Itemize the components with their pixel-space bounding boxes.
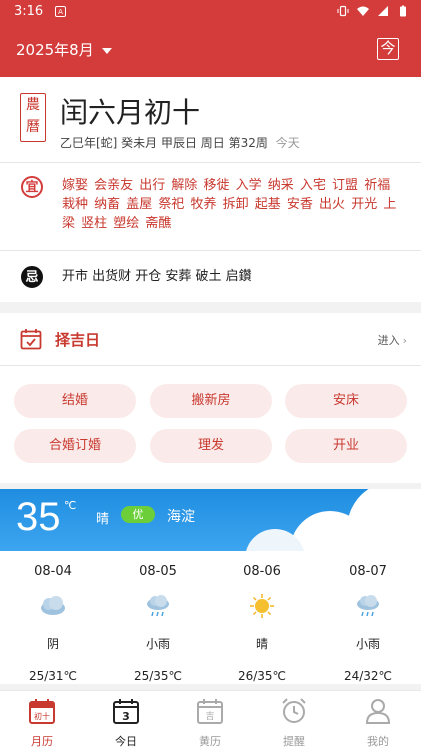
pill-install-bed[interactable]: 安床: [285, 384, 407, 418]
ganzhi-text: 乙巳年[蛇] 癸未月 甲辰日 周日 第32周: [60, 136, 268, 150]
nav-profile[interactable]: 我的: [348, 697, 408, 748]
weather-card[interactable]: 35 ℃ 晴 优 海淀 08-04 阴 25/31℃ 08-05 小雨 25/3…: [0, 489, 421, 684]
ganzhi-line: 乙巳年[蛇] 癸未月 甲辰日 周日 第32周 今天: [60, 134, 300, 151]
ji-list: 开市 出货财 开仓 安葬 破土 启鑽: [62, 269, 252, 284]
pill-marriage[interactable]: 结婚: [14, 384, 136, 418]
almanac-seal: 農 曆: [20, 93, 46, 142]
sunny-icon: [250, 594, 274, 618]
forecast-day: 08-06 晴 26/35℃: [222, 564, 302, 683]
temp-unit: ℃: [64, 499, 77, 512]
calendar-check-icon: [20, 329, 42, 350]
forecast-condition: 晴: [255, 637, 268, 651]
nav-almanac-badge: 吉: [205, 711, 214, 722]
pill-move-house[interactable]: 搬新房: [150, 384, 272, 418]
wifi-icon: [357, 6, 369, 16]
forecast-condition: 小雨: [355, 637, 380, 651]
pill-engagement[interactable]: 合婚订婚: [14, 429, 136, 463]
nav-today-badge: 3: [122, 710, 130, 723]
ji-icon: 忌: [21, 266, 43, 288]
app-header: 2025年8月 今: [0, 24, 421, 77]
caret-down-icon: [101, 47, 112, 54]
district-label: 海淀: [167, 509, 195, 525]
cloudy-icon: [41, 596, 65, 615]
today-button[interactable]: 今: [377, 38, 399, 60]
forecast-range: 25/35℃: [133, 669, 183, 683]
divider: [0, 250, 421, 251]
battery-icon: [400, 5, 406, 17]
forecast-date: 08-07: [349, 564, 387, 579]
today-calendar-icon: 3: [113, 699, 139, 724]
current-temp: 35: [16, 495, 61, 539]
nav-reminder-label: 提醒: [283, 735, 305, 748]
current-condition: 晴: [96, 512, 110, 527]
lunar-date: 闰六月初十: [60, 96, 201, 129]
nav-almanac[interactable]: 吉 黄历: [180, 697, 240, 748]
bottom-nav: 初十 月历 3 今日 吉 黄历 提醒 我的: [0, 690, 421, 748]
forecast-range: 26/35℃: [237, 669, 287, 683]
nav-today-label: 今日: [115, 735, 137, 748]
forecast-range: 24/32℃: [343, 669, 393, 683]
light-rain-icon: [147, 595, 169, 617]
nav-month-label: 月历: [31, 735, 53, 748]
seal-bottom-char: 曆: [26, 119, 40, 135]
pill-haircut[interactable]: 理发: [150, 429, 272, 463]
chevron-right-icon: ›: [402, 334, 407, 347]
user-icon: [365, 699, 391, 724]
vibrate-icon: [337, 5, 349, 17]
nav-profile-label: 我的: [367, 735, 389, 748]
nav-month[interactable]: 初十 月历: [12, 697, 72, 748]
aqi-badge: 优: [121, 506, 155, 523]
enter-link[interactable]: 进入 ›: [378, 332, 407, 348]
forecast-date: 08-05: [139, 564, 177, 579]
forecast-day: 08-05 小雨 25/35℃: [118, 564, 198, 683]
forecast-condition: 阴: [46, 637, 59, 651]
nav-today[interactable]: 3 今日: [96, 697, 156, 748]
today-tag: 今天: [275, 136, 300, 150]
weather-banner: 35 ℃ 晴 优 海淀: [0, 489, 421, 551]
forecast-day: 08-07 小雨 24/32℃: [328, 564, 408, 683]
nav-almanac-label: 黄历: [199, 735, 221, 748]
nav-month-badge: 初十: [34, 711, 50, 721]
auspicious-day-header[interactable]: 择吉日 进入 ›: [0, 313, 421, 366]
seal-top-char: 農: [26, 97, 40, 113]
month-label: 2025年8月: [16, 41, 94, 59]
month-calendar-icon: 初十: [29, 699, 55, 724]
signal-icon: [378, 6, 388, 16]
status-bar: 3:16 A: [0, 0, 421, 24]
enter-label: 进入: [377, 334, 400, 347]
pill-open-business[interactable]: 开业: [285, 429, 407, 463]
forecast-range: 25/31℃: [28, 669, 78, 683]
lunar-card: 農 曆 闰六月初十 乙巳年[蛇] 癸未月 甲辰日 周日 第32周 今天 宜 嫁娶…: [0, 77, 421, 302]
status-time: 3:16: [14, 4, 44, 19]
notification-icon: A: [55, 6, 66, 17]
yi-icon: 宜: [21, 176, 43, 198]
auspicious-day-card: 择吉日 进入 › 结婚 搬新房 安床 合婚订婚 理发 开业: [0, 313, 421, 483]
alarm-clock-icon: [282, 698, 306, 723]
forecast-date: 08-06: [243, 564, 281, 579]
forecast-condition: 小雨: [145, 637, 170, 651]
light-rain-icon: [357, 595, 379, 617]
almanac-icon: 吉: [197, 699, 223, 724]
status-icons: [337, 5, 409, 17]
nav-reminder[interactable]: 提醒: [264, 697, 324, 748]
divider: [0, 162, 421, 163]
forecast-date: 08-04: [34, 564, 72, 579]
forecast-day: 08-04 阴 25/31℃: [13, 564, 93, 683]
auspicious-day-title: 择吉日: [55, 331, 101, 349]
yi-list: 嫁娶 会亲友 出行 解除 移徙 入学 纳采 入宅 订盟 祈福 栽种 纳畜 盖屋 …: [62, 178, 397, 231]
month-selector[interactable]: 2025年8月: [16, 39, 112, 60]
